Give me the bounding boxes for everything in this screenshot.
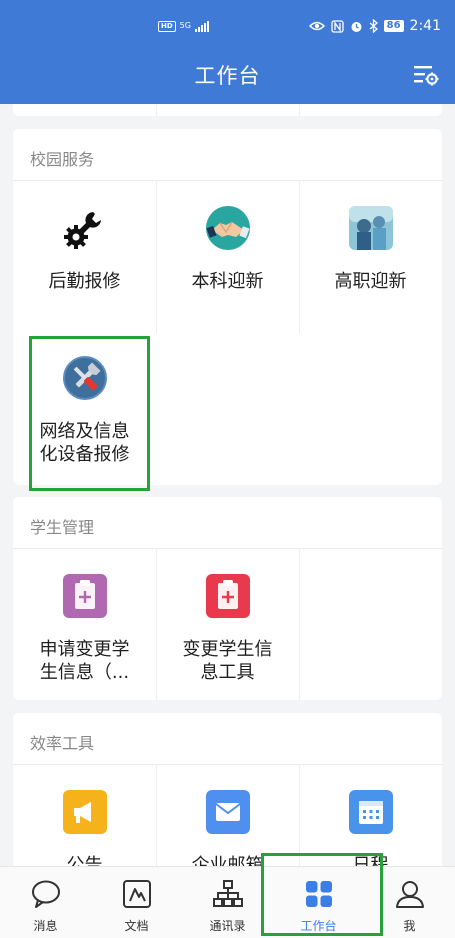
message-icon [31, 880, 60, 908]
service-item-label: 后勤报修 [48, 271, 121, 292]
battery-icon: 86 [383, 20, 404, 32]
bluetooth-icon [369, 19, 378, 33]
divider [299, 549, 300, 700]
previous-section-card [13, 104, 442, 116]
clipboard-plus-red-icon [205, 574, 250, 618]
service-item-label: 变更学生信 息工具 [156, 638, 299, 684]
tab-documents[interactable]: 文档 [91, 867, 182, 938]
highlight-box-workbench-tab [261, 853, 383, 936]
student-management-grid: 申请变更学 生信息（... 变更学生信 息工具 [13, 549, 442, 700]
service-item-label: 申请变更学 生信息（... [13, 638, 156, 684]
profile-icon [395, 881, 424, 908]
service-item-label: 本科迎新 [191, 271, 264, 292]
section-title: 效率工具 [13, 713, 442, 765]
tab-label: 文档 [124, 919, 149, 933]
tool-item-label: 公告 [66, 855, 103, 866]
service-item-request-student-info-change[interactable]: 申请变更学 生信息（... [13, 574, 156, 684]
wrench-gear-icon [63, 206, 107, 250]
divider [156, 104, 157, 116]
service-item-label: 高职迎新 [334, 271, 407, 292]
student-management-card: 学生管理 申请变更学 生信息（... 变更学生信 息工具 [13, 497, 442, 700]
tab-contacts[interactable]: 通讯录 [182, 867, 273, 938]
label-line: 变更学生信 [182, 639, 273, 660]
handshake-icon [205, 206, 250, 250]
hd-badge: HD [158, 20, 176, 32]
signal-icon [194, 20, 209, 32]
service-item-undergrad-welcome[interactable]: 本科迎新 [156, 206, 299, 293]
service-item-logistics-repair[interactable]: 后勤报修 [13, 206, 156, 293]
service-item-vocational-welcome[interactable]: 高职迎新 [299, 206, 442, 293]
tab-label: 通讯录 [209, 919, 246, 933]
bottom-tab-bar: 消息 文档 通讯录 工作台 我 [0, 866, 455, 938]
settings-list-icon[interactable] [413, 63, 439, 87]
service-item-student-info-change-tool[interactable]: 变更学生信 息工具 [156, 574, 299, 684]
megaphone-icon [62, 790, 107, 834]
workbench-scroll[interactable]: 校园服务 后勤报修 本科迎新 高职迎新 网络及信息 化设备报修 学生管理 申请变… [0, 104, 455, 866]
divider [299, 104, 300, 116]
contacts-icon [212, 880, 243, 907]
clipboard-plus-purple-icon [62, 574, 107, 618]
alarm-icon [351, 21, 362, 32]
top-bar: HD 5G 86 2:41 工作台 [0, 0, 455, 104]
tool-item-announcement[interactable]: 公告 [13, 790, 156, 866]
network-indicator: HD 5G [158, 17, 209, 35]
document-icon [122, 880, 151, 908]
page-title: 工作台 [194, 64, 261, 88]
nfc-icon [330, 19, 344, 33]
tab-label: 消息 [33, 919, 58, 933]
mail-icon [205, 790, 250, 834]
signal-type: 5G [179, 21, 191, 30]
label-line: 申请变更学 [39, 639, 130, 660]
status-right: 86 2:41 [308, 15, 441, 37]
label-line: 生信息（... [39, 662, 130, 683]
label-line: 息工具 [200, 662, 255, 683]
highlight-box-network-repair [29, 336, 150, 491]
section-title: 校园服务 [13, 129, 442, 181]
eye-icon [308, 21, 325, 31]
efficiency-tools-grid: 公告 企业邮箱 日程 [13, 765, 442, 866]
clock: 2:41 [409, 18, 441, 34]
calendar-icon [348, 790, 393, 834]
section-title: 学生管理 [13, 497, 442, 549]
efficiency-tools-card: 效率工具 公告 企业邮箱 日程 [13, 713, 442, 866]
tab-messages[interactable]: 消息 [0, 867, 91, 938]
status-bar: HD 5G 86 2:41 [0, 0, 455, 52]
campus-photo-icon [348, 206, 393, 250]
